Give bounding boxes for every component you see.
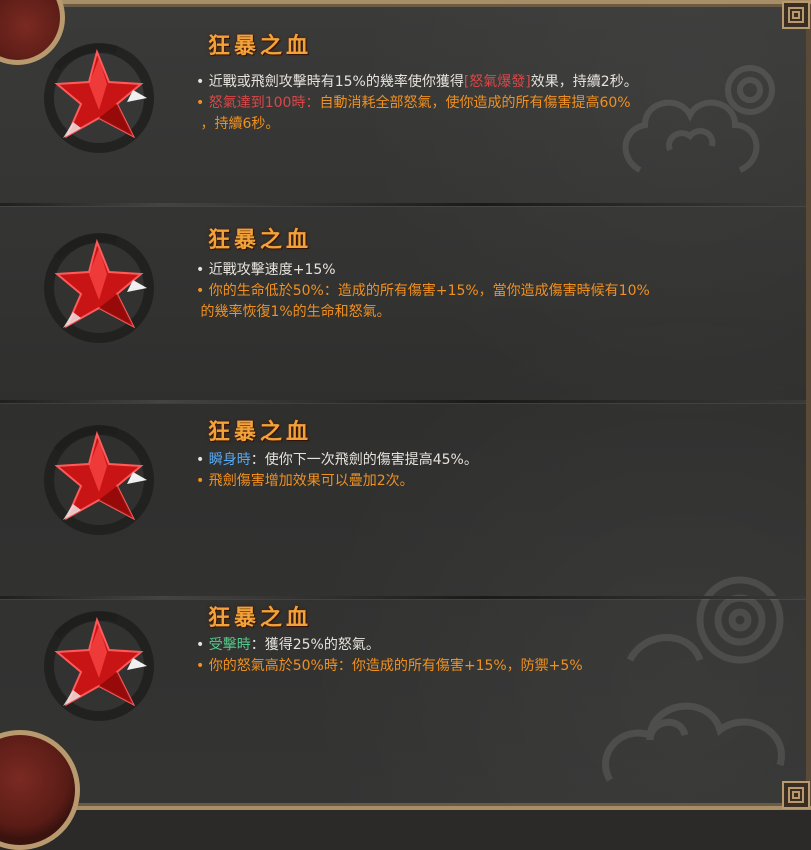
entry-divider xyxy=(0,596,806,599)
skill-description: • 受擊時：獲得25%的怒氣。 • 你的怒氣高於50%時：你造成的所有傷害+15%… xyxy=(196,635,786,677)
knot-ornament-icon xyxy=(782,1,810,29)
description-line: • 你的生命低於50%：造成的所有傷害+15%，當你造成傷害時候有10% xyxy=(196,281,786,302)
keyword-text: 瞬身時 xyxy=(208,452,251,468)
keyword-text: 怒氣達到100時： xyxy=(208,95,320,111)
skill-title: 狂暴之血 xyxy=(208,33,313,59)
keyword-text: [怒氣爆發] xyxy=(463,74,531,90)
bullet: • xyxy=(196,658,205,674)
description-line: • 近戰攻擊速度+15% xyxy=(196,260,786,281)
description-line: • 飛劍傷害增加效果可以疊加2次。 xyxy=(196,471,786,492)
entry-divider xyxy=(0,400,806,403)
description-text: 效果，持續2秒。 xyxy=(530,74,638,90)
description-text: 自動消耗全部怒氣，使你造成的所有傷害提高60% xyxy=(319,95,631,111)
red-star-gem-icon xyxy=(37,228,161,348)
keyword-text: 受擊時 xyxy=(208,637,251,653)
skill-description: • 近戰攻擊速度+15% • 你的生命低於50%：造成的所有傷害+15%，當你造成… xyxy=(196,260,786,323)
bullet: • xyxy=(196,95,205,111)
red-star-gem-icon xyxy=(37,38,161,158)
bullet: • xyxy=(196,262,205,278)
skill-title: 狂暴之血 xyxy=(208,227,313,253)
description-text: ：使你下一次飛劍的傷害提高45%。 xyxy=(250,452,478,468)
description-text: 你的生命低於50%：造成的所有傷害+15%，當你造成傷害時候有10% xyxy=(208,283,650,299)
description-text: 飛劍傷害增加效果可以疊加2次。 xyxy=(208,473,414,489)
entry-divider xyxy=(0,203,806,206)
description-text: 的幾率恢復1%的生命和怒氣。 xyxy=(200,304,391,320)
description-text: 你的怒氣高於50%時：你造成的所有傷害+15%，防禦+5% xyxy=(208,658,583,674)
bullet: • xyxy=(196,283,205,299)
description-line: ，持續6秒。 xyxy=(196,114,786,135)
skill-description: • 近戰或飛劍攻擊時有15%的幾率使你獲得[怒氣爆發]效果，持續2秒。 • 怒氣達… xyxy=(196,72,786,135)
skill-description: • 瞬身時：使你下一次飛劍的傷害提高45%。 • 飛劍傷害增加效果可以疊加2次。 xyxy=(196,450,786,492)
panel-bottom-rim xyxy=(0,806,811,810)
bullet: • xyxy=(196,452,205,468)
description-text: 近戰或飛劍攻擊時有15%的幾率使你獲得 xyxy=(208,74,464,90)
panel-top-rim xyxy=(0,0,811,4)
bullet: • xyxy=(196,637,205,653)
description-text: ：獲得25%的怒氣。 xyxy=(250,637,380,653)
description-text: 近戰攻擊速度+15% xyxy=(208,262,336,278)
description-line: • 怒氣達到100時：自動消耗全部怒氣，使你造成的所有傷害提高60% xyxy=(196,93,786,114)
bullet: • xyxy=(196,473,205,489)
skill-title: 狂暴之血 xyxy=(208,419,313,445)
red-star-gem-icon xyxy=(37,420,161,540)
description-line: 的幾率恢復1%的生命和怒氣。 xyxy=(196,302,786,323)
description-text: ，持續6秒。 xyxy=(200,116,280,132)
bullet: • xyxy=(196,74,205,90)
skill-title: 狂暴之血 xyxy=(208,605,313,631)
description-line: • 你的怒氣高於50%時：你造成的所有傷害+15%，防禦+5% xyxy=(196,656,786,677)
red-star-gem-icon xyxy=(37,606,161,726)
description-line: • 近戰或飛劍攻擊時有15%的幾率使你獲得[怒氣爆發]效果，持續2秒。 xyxy=(196,72,786,93)
description-line: • 瞬身時：使你下一次飛劍的傷害提高45%。 xyxy=(196,450,786,471)
description-line: • 受擊時：獲得25%的怒氣。 xyxy=(196,635,786,656)
